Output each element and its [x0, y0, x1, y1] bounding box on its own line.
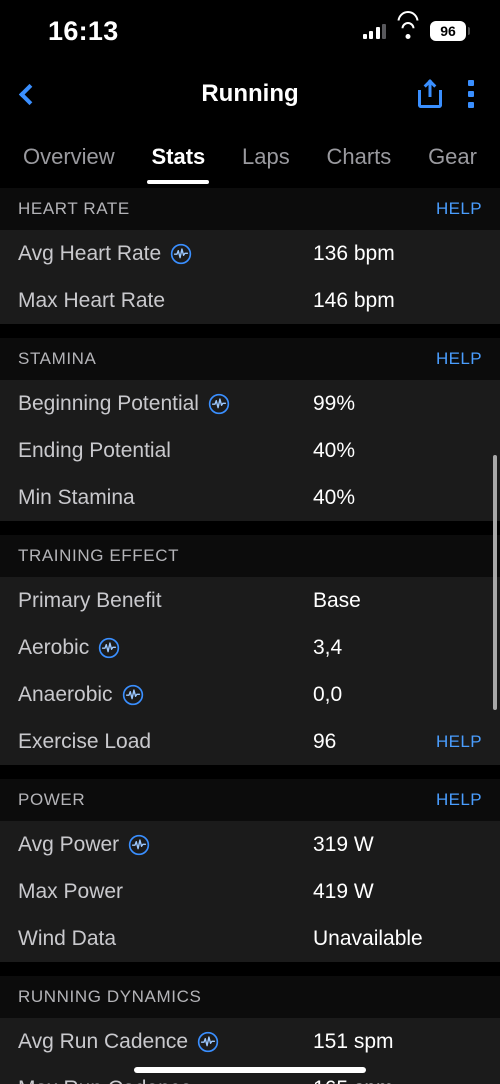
stat-label: Min Stamina — [18, 485, 135, 509]
section-title: RUNNING DYNAMICS — [18, 987, 202, 1006]
tab-active-underline — [147, 180, 210, 184]
stat-label: Avg Heart Rate — [18, 241, 162, 265]
section-gap — [0, 765, 500, 779]
stat-label: Aerobic — [18, 635, 90, 659]
tab-laps[interactable]: Laps — [237, 144, 295, 170]
stat-row[interactable]: Primary Benefit Base — [0, 577, 500, 624]
stat-label: Wind Data — [18, 926, 117, 950]
pulse-source-icon[interactable] — [128, 834, 150, 856]
stat-value: 136 bpm — [313, 241, 395, 265]
stat-row[interactable]: Wind Data Unavailable — [0, 915, 500, 962]
section-header: HEART RATE HELP — [0, 188, 500, 230]
stat-value: 146 bpm — [313, 288, 395, 312]
help-link[interactable]: HELP — [436, 732, 482, 752]
section-body: Avg Power 319 W Max Power 419 W Wind Data Una… — [0, 821, 500, 962]
stat-row[interactable]: Min Stamina 40% — [0, 474, 500, 521]
stat-value: Unavailable — [313, 926, 423, 950]
section-title: POWER — [18, 790, 86, 809]
stat-value: 3,4 — [313, 635, 343, 659]
stat-row[interactable]: Ending Potential 40% — [0, 427, 500, 474]
help-link[interactable]: HELP — [436, 199, 482, 219]
stat-row[interactable]: Avg Power 319 W — [0, 821, 500, 868]
pulse-source-icon[interactable] — [122, 684, 144, 706]
more-vertical-icon[interactable] — [468, 80, 474, 108]
stat-value: 419 W — [313, 879, 374, 903]
stat-label: Exercise Load — [18, 729, 152, 753]
help-link[interactable]: HELP — [436, 790, 482, 810]
stat-value: 96 — [313, 729, 337, 753]
stat-row[interactable]: Beginning Potential 99% — [0, 380, 500, 427]
status-bar: 16:13 96 — [0, 0, 500, 62]
stat-row[interactable]: Anaerobic 0,0 — [0, 671, 500, 718]
back-chevron-icon — [18, 83, 40, 105]
back-button[interactable] — [0, 83, 58, 105]
pulse-source-icon[interactable] — [197, 1031, 219, 1053]
section-gap — [0, 521, 500, 535]
stat-label: Max Run Cadence — [18, 1077, 192, 1084]
pulse-source-icon[interactable] — [98, 637, 120, 659]
status-bar-time: 16:13 — [48, 15, 119, 46]
stat-row[interactable]: Exercise Load 96 HELP — [0, 718, 500, 765]
section-gap — [0, 324, 500, 338]
stat-label: Beginning Potential — [18, 391, 199, 415]
tab-label: Charts — [326, 144, 392, 169]
nav-actions — [418, 79, 500, 108]
wifi-icon — [397, 11, 419, 39]
phone-screen: 16:13 96 Running Overview Stats Laps Charts… — [0, 0, 500, 1084]
section-header: TRAINING EFFECT — [0, 535, 500, 577]
section-gap — [0, 962, 500, 976]
stat-label: Primary Benefit — [18, 588, 162, 612]
tab-stats[interactable]: Stats — [146, 144, 210, 184]
stat-value: 151 spm — [313, 1029, 394, 1053]
tab-gear[interactable]: Gear — [423, 144, 482, 170]
stat-label: Max Heart Rate — [18, 288, 166, 312]
section-title: TRAINING EFFECT — [18, 546, 180, 565]
stat-label: Avg Power — [18, 832, 120, 856]
cellular-bars-icon — [362, 23, 386, 39]
stat-row[interactable]: Max Heart Rate 146 bpm — [0, 277, 500, 324]
tab-label: Gear — [428, 144, 477, 169]
help-link[interactable]: HELP — [436, 349, 482, 369]
stat-row[interactable]: Avg Heart Rate 136 bpm — [0, 230, 500, 277]
stat-row[interactable]: Avg Run Cadence 151 spm — [0, 1018, 500, 1065]
stat-label: Max Power — [18, 879, 124, 903]
stat-value: 319 W — [313, 832, 374, 856]
tab-overview[interactable]: Overview — [18, 144, 120, 170]
section-header: STAMINA HELP — [0, 338, 500, 380]
stat-row[interactable]: Max Power 419 W — [0, 868, 500, 915]
home-indicator — [134, 1067, 366, 1073]
stat-value: 99% — [313, 391, 356, 415]
stat-value: Base — [313, 588, 361, 612]
section-body: Avg Heart Rate 136 bpm Max Heart Rate 146 b… — [0, 230, 500, 324]
section-title: STAMINA — [18, 349, 97, 368]
battery-level: 96 — [440, 23, 456, 39]
section-header: POWER HELP — [0, 779, 500, 821]
stat-value: 165 spm — [313, 1077, 394, 1084]
tab-label: Laps — [242, 144, 290, 169]
stat-value: 40% — [313, 438, 356, 462]
stat-value: 0,0 — [313, 682, 343, 706]
stat-label: Anaerobic — [18, 682, 113, 706]
section-body: Avg Run Cadence 151 spm Max Run Cadence 165… — [0, 1018, 500, 1084]
scrollbar[interactable] — [493, 455, 497, 710]
section-body: Beginning Potential 99% Ending Potential 40… — [0, 380, 500, 521]
stat-label: Avg Run Cadence — [18, 1029, 189, 1053]
tab-bar: Overview Stats Laps Charts Gear — [0, 126, 500, 188]
battery-icon: 96 — [430, 21, 470, 41]
tab-label: Stats — [151, 144, 206, 169]
tab-charts[interactable]: Charts — [322, 144, 397, 170]
stat-label: Ending Potential — [18, 438, 171, 462]
status-bar-indicators: 96 — [362, 11, 470, 41]
section-title: HEART RATE — [18, 199, 130, 218]
pulse-source-icon[interactable] — [208, 393, 230, 415]
share-icon[interactable] — [418, 79, 442, 108]
pulse-source-icon[interactable] — [170, 243, 192, 265]
section-header: RUNNING DYNAMICS — [0, 976, 500, 1018]
stat-value: 40% — [313, 485, 356, 509]
nav-bar: Running — [0, 62, 500, 126]
tab-label: Overview — [23, 144, 115, 169]
stats-list[interactable]: HEART RATE HELP Avg Heart Rate 136 bpm Max H… — [0, 188, 500, 1084]
stat-row[interactable]: Aerobic 3,4 — [0, 624, 500, 671]
section-body: Primary Benefit Base Aerobic 3,4 Anaerobic 0,… — [0, 577, 500, 765]
